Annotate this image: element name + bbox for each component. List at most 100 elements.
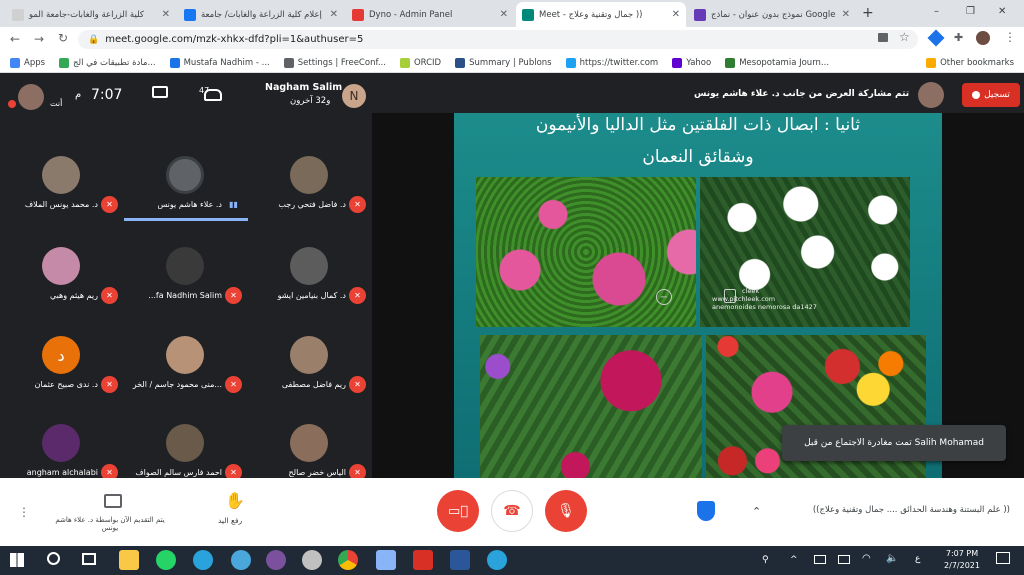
forward-icon[interactable]: → xyxy=(34,32,44,46)
watermark-line3: anemonoides nemorosa da1427 xyxy=(712,303,817,311)
app-icon-3[interactable] xyxy=(376,550,396,570)
minimize-button[interactable]: – xyxy=(934,6,939,17)
bookmark-star-icon[interactable]: ☆ xyxy=(899,30,910,44)
leave-call-button[interactable]: ☎ xyxy=(491,490,533,532)
menu-kebab-icon[interactable]: ⋮ xyxy=(1004,30,1016,44)
notifications-icon[interactable] xyxy=(996,552,1010,564)
bookmark-6[interactable]: Summary | Publons xyxy=(455,57,552,68)
close-window-button[interactable]: ✕ xyxy=(998,6,1006,17)
bookmark-7[interactable]: https://twitter.com xyxy=(565,57,658,68)
back-icon[interactable]: ← xyxy=(10,32,20,46)
participant-tile[interactable]: الياس خضر صالح ✕ xyxy=(248,400,372,490)
speaking-indicator-icon: ▮▮ xyxy=(229,200,238,209)
security-shield-icon[interactable] xyxy=(697,501,715,521)
bookmarks-list: Apps مادة تطبيقات في الج... Mustafa Nadhim… xyxy=(10,57,843,68)
participant-avatar xyxy=(166,336,204,374)
bookmark-8[interactable]: Yahoo xyxy=(672,57,711,68)
taskbar-date[interactable]: 2/7/2021 xyxy=(938,561,986,570)
windows-start-icon[interactable] xyxy=(10,553,24,567)
chat-icon[interactable] xyxy=(152,86,168,98)
bookmark-icon xyxy=(672,57,683,68)
bookmark-5[interactable]: ORCID xyxy=(399,57,442,68)
restore-button[interactable]: ❐ xyxy=(966,6,975,17)
tab-2[interactable]: إعلام كلية الزراعة والغابات/ جامعة ✕ xyxy=(178,2,344,27)
reload-icon[interactable]: ↻ xyxy=(58,31,68,45)
tray-chevron-icon[interactable]: ^ xyxy=(790,555,798,565)
participant-avatar xyxy=(166,156,204,194)
participant-avatar xyxy=(166,247,204,285)
tab-favicon-icon xyxy=(12,8,24,21)
tab-close-icon[interactable]: ✕ xyxy=(496,9,508,20)
participant-avatar xyxy=(42,156,80,194)
participant-name: angham alchalabi xyxy=(26,468,98,477)
meeting-details-title[interactable]: ((علم البستنة وهندسة الحدائق .... جمال و… xyxy=(770,505,1010,515)
whatsapp-icon[interactable] xyxy=(156,550,176,570)
people-icon[interactable] xyxy=(204,89,222,101)
language-indicator[interactable]: ع xyxy=(915,554,920,564)
participant-tile[interactable]: منى محمود جاسم / الخر... ✕ xyxy=(124,312,248,402)
file-explorer-icon[interactable] xyxy=(119,550,139,570)
search-icon[interactable] xyxy=(47,552,60,565)
chrome-icon[interactable] xyxy=(338,550,358,570)
tab-close-icon[interactable]: ✕ xyxy=(158,9,170,20)
participant-tile[interactable]: ريم فاضل مصطفى ✕ xyxy=(248,312,372,402)
presenting-label: يتم التقديم الآن بواسطة د. علاء هاشم يون… xyxy=(55,516,165,532)
bookmark-icon xyxy=(10,57,20,68)
self-avatar xyxy=(18,84,44,110)
tab-1[interactable]: كلية الزراعة والغابات-جامعة المو ✕ xyxy=(6,2,176,27)
participant-tile[interactable]: د. فاضل فتحي رجب ✕ xyxy=(248,132,372,222)
people-tray-icon[interactable]: ⚲ xyxy=(762,555,769,565)
telegram-icon[interactable] xyxy=(193,550,213,570)
new-tab-button[interactable]: + xyxy=(862,5,874,21)
tab-close-icon[interactable]: ✕ xyxy=(668,9,680,20)
task-view-icon[interactable] xyxy=(82,553,96,565)
profile-avatar[interactable] xyxy=(976,31,990,45)
participant-tile[interactable]: د. محمد يونس الملاف ✕ xyxy=(0,132,124,222)
bookmark-label: ORCID xyxy=(413,57,442,68)
url-field[interactable]: 🔒 meet.google.com/mzk-xhkx-dfd?pli=1&aut… xyxy=(78,30,918,49)
pin-icon[interactable] xyxy=(724,289,736,303)
zoom-out-icon[interactable]: − xyxy=(656,289,672,305)
participant-name: ...fa Nadhim Salim xyxy=(148,291,222,300)
bookmark-4[interactable]: Settings | FreeConf... xyxy=(283,57,386,68)
host-name: Nagham Salim xyxy=(265,82,343,93)
app-icon-4[interactable] xyxy=(413,550,433,570)
participant-tile[interactable]: ...fa Nadhim Salim ✕ xyxy=(124,223,248,313)
camera-icon[interactable] xyxy=(878,33,888,42)
participant-tile[interactable]: احمد فارس سالم الصواف ✕ xyxy=(124,400,248,490)
word-icon[interactable] xyxy=(450,550,470,570)
telegram-icon-2[interactable] xyxy=(487,550,507,570)
mic-toggle-button[interactable]: 🎙 xyxy=(545,490,587,532)
tab-3[interactable]: Dyno - Admin Panel ✕ xyxy=(346,2,514,27)
participant-tile[interactable]: د د. ندى صبيح عثمان ✕ xyxy=(0,312,124,402)
more-options-icon[interactable]: ⋮ xyxy=(18,505,30,519)
participant-grid: د. فاضل فتحي رجب ✕ د. علاء هاشم يونس ▮▮ د. م… xyxy=(0,116,372,481)
other-bookmarks[interactable]: Other bookmarks xyxy=(926,57,1014,68)
record-button[interactable]: تسجيل xyxy=(962,83,1020,107)
viber-icon[interactable] xyxy=(266,550,286,570)
tab-4[interactable]: Meet - جمال وتقنية وعلاج )) ✕ xyxy=(516,2,686,27)
tab-5[interactable]: نموذج بدون عنوان - نماذج Google ✕ xyxy=(688,2,856,27)
bookmark-9[interactable]: Mesopotamia Journ... xyxy=(725,57,829,68)
tab-close-icon[interactable]: ✕ xyxy=(326,9,338,20)
puzzle-icon[interactable]: ✚ xyxy=(954,31,963,44)
participant-tile[interactable]: angham alchalabi ✕ xyxy=(0,400,124,490)
taskbar-time[interactable]: 7:07 PM xyxy=(938,549,986,558)
bookmark-3[interactable]: Mustafa Nadhim - ... xyxy=(169,57,270,68)
present-now-icon[interactable] xyxy=(104,494,122,508)
tab-close-icon[interactable]: ✕ xyxy=(838,9,850,20)
app-icon-1[interactable] xyxy=(231,550,251,570)
app-icon-2[interactable] xyxy=(302,550,322,570)
volume-icon[interactable]: 🔈 xyxy=(886,553,898,564)
participant-tile[interactable]: د. علاء هاشم يونس ▮▮ xyxy=(124,132,248,222)
raise-hand-icon[interactable]: ✋ xyxy=(225,491,245,510)
participant-tile[interactable]: د. كمال بنيامين ايشو ✕ xyxy=(248,223,372,313)
participant-tile[interactable]: ريم هيثم وهبي ✕ xyxy=(0,223,124,313)
bookmark-1[interactable]: Apps xyxy=(10,57,45,68)
clock-ampm: م xyxy=(75,89,82,100)
mic-off-icon: ✕ xyxy=(349,376,366,393)
camera-toggle-button[interactable]: ▭⃠ xyxy=(437,490,479,532)
chevron-up-icon[interactable]: ⌃ xyxy=(752,505,761,518)
bookmark-2[interactable]: مادة تطبيقات في الج... xyxy=(59,57,156,68)
wifi-icon[interactable]: ◠ xyxy=(862,553,871,564)
